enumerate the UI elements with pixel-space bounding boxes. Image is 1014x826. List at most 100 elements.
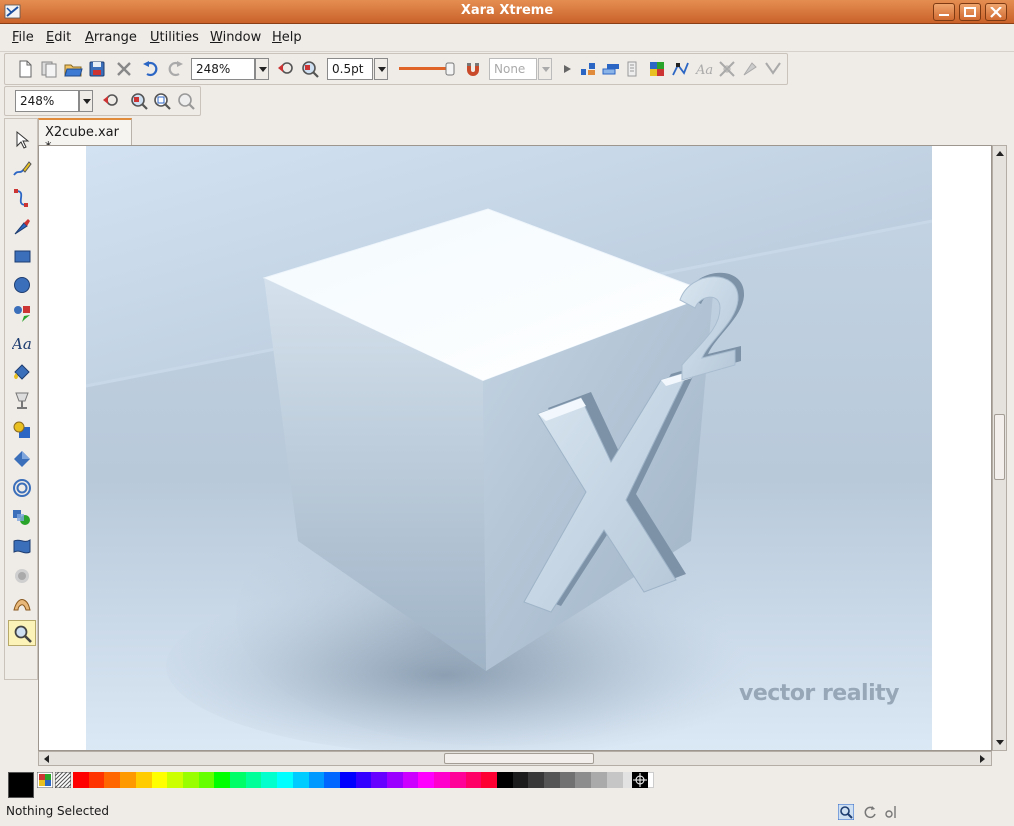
- zoom-infobar-dropdown-button[interactable]: [79, 90, 93, 112]
- palette-swatch[interactable]: [528, 772, 545, 788]
- menu-edit[interactable]: Edit: [46, 30, 71, 45]
- delete-icon[interactable]: [114, 59, 134, 79]
- edit-points-icon[interactable]: [670, 59, 690, 79]
- vertical-scrollbar[interactable]: [992, 145, 1007, 751]
- palette-swatch[interactable]: [449, 772, 466, 788]
- palette-swatch[interactable]: [544, 772, 560, 788]
- document-tab[interactable]: X2cube.xar *: [38, 118, 132, 155]
- zoom-dropdown-button[interactable]: [255, 58, 269, 80]
- current-fill-swatch[interactable]: [8, 772, 34, 798]
- palette-swatch[interactable]: [167, 772, 184, 788]
- colour-editor-icon[interactable]: [37, 772, 53, 788]
- palette-swatch[interactable]: [575, 772, 592, 788]
- minimize-button[interactable]: [933, 3, 955, 21]
- scroll-up-icon[interactable]: [995, 149, 1005, 157]
- zoom-page-icon[interactable]: [152, 91, 172, 111]
- palette-swatch[interactable]: [151, 772, 168, 788]
- mould-tool[interactable]: [8, 533, 36, 559]
- palette-swatch[interactable]: [371, 772, 388, 788]
- palette-swatch[interactable]: [120, 772, 137, 788]
- palette-swatch[interactable]: [135, 772, 152, 788]
- palette-swatch[interactable]: [402, 772, 419, 788]
- palette-swatch[interactable]: [182, 772, 199, 788]
- open-icon[interactable]: [63, 59, 83, 79]
- palette-swatch[interactable]: [355, 772, 372, 788]
- palette-swatch[interactable]: [559, 772, 576, 788]
- scroll-left-icon[interactable]: [42, 754, 50, 764]
- palette-swatch[interactable]: [73, 772, 89, 788]
- shadow-tool[interactable]: [8, 417, 36, 443]
- status-snap-icon[interactable]: [884, 804, 900, 820]
- text-tool[interactable]: Aa: [8, 330, 36, 356]
- new-document-icon[interactable]: [15, 59, 35, 79]
- zoom-previous-icon[interactable]: [101, 91, 121, 111]
- fill-tool[interactable]: [8, 359, 36, 385]
- layers-icon[interactable]: [624, 59, 644, 79]
- palette-swatch[interactable]: [292, 772, 309, 788]
- align-icon[interactable]: [578, 59, 598, 79]
- no-colour-icon[interactable]: [55, 772, 71, 788]
- bezier-tool[interactable]: [8, 185, 36, 211]
- next-arrow-icon[interactable]: [559, 59, 579, 79]
- palette-swatch[interactable]: [198, 772, 215, 788]
- vertical-scroll-thumb[interactable]: [994, 414, 1005, 480]
- transparency-type-combo[interactable]: None: [489, 58, 537, 80]
- zoom-selected-icon[interactable]: [129, 91, 149, 111]
- text-icon[interactable]: Aa: [694, 59, 714, 79]
- palette-swatch[interactable]: [481, 772, 498, 788]
- palette-swatch[interactable]: [88, 772, 105, 788]
- arrange-icon[interactable]: [601, 59, 621, 79]
- save-icon[interactable]: [87, 59, 107, 79]
- status-refresh-icon[interactable]: [862, 804, 878, 820]
- zoom-previous-icon[interactable]: [276, 59, 296, 79]
- horizontal-scroll-thumb[interactable]: [444, 753, 594, 764]
- palette-swatch[interactable]: [277, 772, 294, 788]
- palette-swatch[interactable]: [465, 772, 482, 788]
- scroll-down-icon[interactable]: [995, 739, 1005, 747]
- line-width-dropdown-button[interactable]: [374, 58, 388, 80]
- transparency-dropdown-button[interactable]: [538, 58, 552, 80]
- rectangle-tool[interactable]: [8, 243, 36, 269]
- effects-icon[interactable]: [740, 59, 760, 79]
- blend-tool[interactable]: [8, 504, 36, 530]
- palette-swatch[interactable]: [230, 772, 246, 788]
- palette-swatch[interactable]: [324, 772, 341, 788]
- snap-magnet-icon[interactable]: [463, 59, 483, 79]
- menu-arrange[interactable]: Arrange: [85, 30, 137, 45]
- menu-file[interactable]: File: [12, 30, 34, 45]
- palette-swatch[interactable]: [606, 772, 623, 788]
- close-button[interactable]: [985, 3, 1007, 21]
- drawing-canvas[interactable]: vector reality: [38, 145, 992, 751]
- menu-utilities[interactable]: Utilities: [150, 30, 199, 45]
- scroll-right-icon[interactable]: [979, 754, 987, 764]
- push-tool[interactable]: [8, 591, 36, 617]
- palette-swatch[interactable]: [339, 772, 356, 788]
- palette-swatch[interactable]: [418, 772, 435, 788]
- palette-swatch[interactable]: [104, 772, 121, 788]
- palette-swatch[interactable]: [214, 772, 231, 788]
- bevel-tool[interactable]: [8, 446, 36, 472]
- freehand-tool[interactable]: [8, 156, 36, 182]
- line-width-combo[interactable]: 0.5pt: [327, 58, 373, 80]
- palette-swatch[interactable]: [496, 772, 513, 788]
- transform-icon[interactable]: [717, 59, 737, 79]
- palette-swatch[interactable]: [434, 772, 451, 788]
- ellipse-tool[interactable]: [8, 272, 36, 298]
- palette-swatch[interactable]: [308, 772, 325, 788]
- zoom-drawing-icon[interactable]: [176, 91, 196, 111]
- palette-swatch[interactable]: [512, 772, 529, 788]
- contour-tool[interactable]: [8, 475, 36, 501]
- maximize-button[interactable]: [959, 3, 981, 21]
- live-effects-tool[interactable]: [8, 562, 36, 588]
- slider-icon[interactable]: [398, 62, 458, 76]
- zoom-tool[interactable]: [8, 620, 36, 646]
- more-effects-icon[interactable]: [763, 59, 783, 79]
- palette-swatch[interactable]: [591, 772, 608, 788]
- palette-swatch[interactable]: [261, 772, 278, 788]
- registration-colour-icon[interactable]: [632, 772, 648, 788]
- redo-icon[interactable]: [165, 59, 185, 79]
- colour-icon[interactable]: [647, 59, 667, 79]
- zoom-drawing-icon[interactable]: [300, 59, 320, 79]
- menu-window[interactable]: Window: [210, 30, 261, 45]
- horizontal-scrollbar[interactable]: [38, 751, 992, 766]
